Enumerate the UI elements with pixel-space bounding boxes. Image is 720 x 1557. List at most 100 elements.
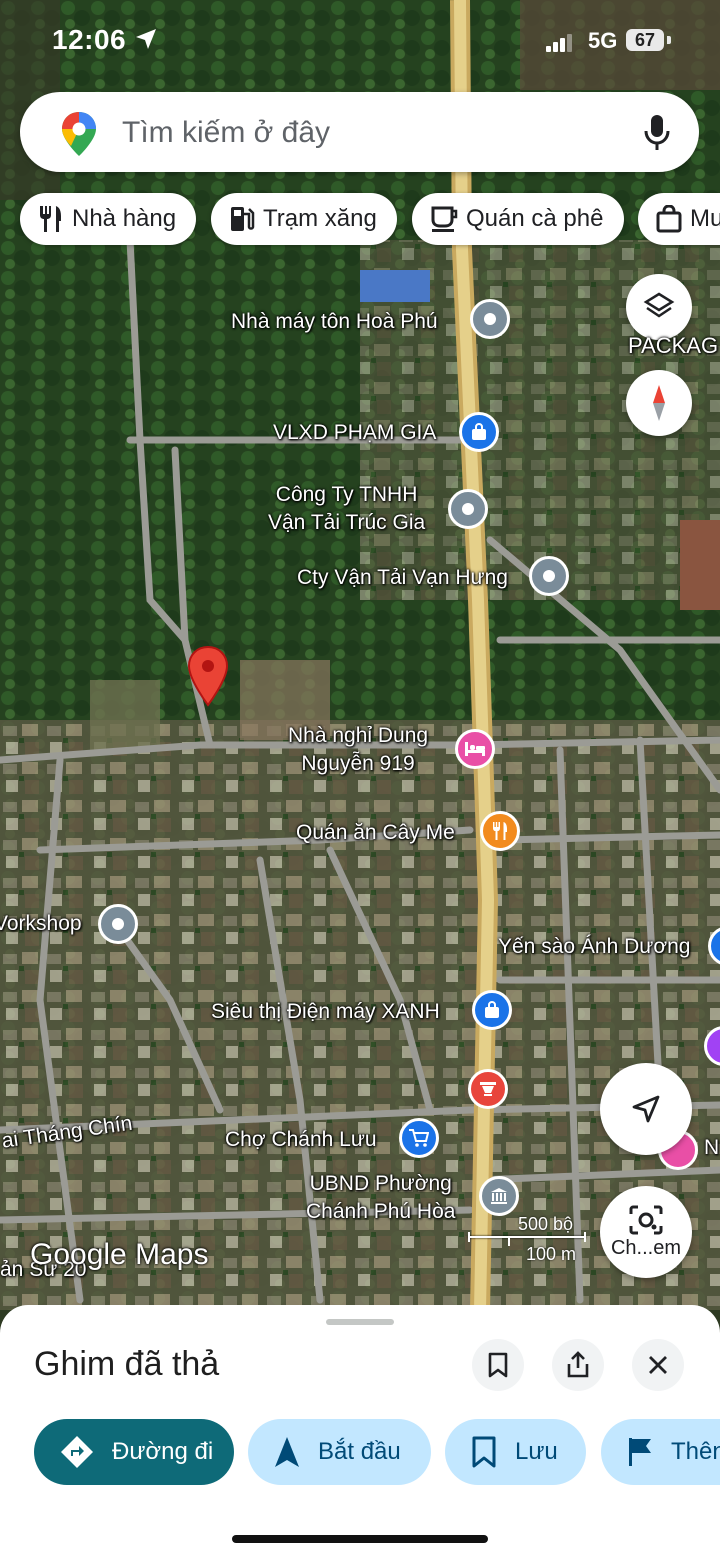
map-scale: 500 bộ 100 m [468, 1214, 588, 1274]
action-label: Bắt đầu [318, 1438, 401, 1465]
poi-marker-lodging[interactable] [455, 729, 495, 769]
restaurant-icon [493, 822, 507, 840]
location-arrow-icon [136, 29, 156, 49]
label-line: Nhà nghỉ Dung [288, 724, 429, 747]
map-label-ubnd[interactable]: UBND Phường Chánh Phú Hòa [306, 1170, 455, 1226]
microphone-icon[interactable] [644, 114, 670, 152]
poi-marker-government[interactable] [479, 1176, 519, 1216]
dropped-pin-icon[interactable] [186, 645, 230, 709]
status-time: 12:06 [52, 24, 127, 55]
flag-icon [627, 1437, 653, 1467]
map-label-yen-sao[interactable]: Yến sào Ánh Dương [498, 933, 690, 961]
share-button[interactable] [552, 1339, 604, 1391]
directions-button[interactable]: Đường đi [34, 1419, 234, 1485]
network-type: 5G [588, 28, 618, 53]
google-maps-attribution: Google Maps [30, 1238, 208, 1272]
label-line: Công Ty TNHH [275, 483, 418, 506]
search-bar[interactable] [20, 92, 699, 172]
poi-marker-generic[interactable] [448, 489, 488, 529]
search-input[interactable] [120, 110, 624, 156]
poi-marker-shopping[interactable] [472, 990, 512, 1030]
bookmark-icon [488, 1352, 508, 1378]
scale-tick [584, 1232, 586, 1242]
share-icon [567, 1351, 589, 1378]
restaurant-icon [38, 205, 64, 233]
coffee-icon [430, 206, 458, 232]
drag-handle[interactable] [326, 1319, 394, 1325]
map-label-cho[interactable]: Chợ Chánh Lưu [225, 1126, 377, 1154]
action-label: Lưu [515, 1438, 558, 1465]
more-button[interactable]: Thên [601, 1419, 720, 1485]
map-label-vlxd[interactable]: VLXD PHẠM GIA [273, 419, 436, 447]
battery-tip [667, 36, 671, 44]
poi-marker-restaurant[interactable] [480, 811, 520, 851]
poi-marker-market[interactable] [399, 1118, 439, 1158]
bed-icon [465, 742, 485, 756]
government-building-icon [491, 1188, 507, 1204]
attribution-google: Google [30, 1238, 127, 1271]
save-button[interactable]: Lưu [445, 1419, 586, 1485]
map-view[interactable]: 12:06 5G 67 Nhà hàng [0, 0, 720, 1310]
place-title: Ghim đã thả [34, 1345, 220, 1383]
dot-icon [484, 313, 496, 325]
save-icon-button[interactable] [472, 1339, 524, 1391]
camera-lens-icon [629, 1205, 663, 1234]
action-label: Đường đi [112, 1438, 214, 1465]
map-label-nha-may[interactable]: Nhà máy tôn Hoà Phú [231, 308, 438, 336]
chip-label: Nhà hàng [72, 205, 177, 232]
scale-tick [508, 1236, 510, 1246]
map-label-n-fragment: N [704, 1136, 720, 1159]
poi-marker-generic[interactable] [98, 904, 138, 944]
label-line: Vận Tải Trúc Gia [268, 511, 426, 534]
map-label-quan-an[interactable]: Quán ăn Cây Me [296, 819, 455, 847]
gas-station-icon [229, 205, 255, 233]
compass-button[interactable] [626, 370, 692, 436]
scale-tick [468, 1232, 470, 1242]
poi-marker-generic[interactable] [529, 556, 569, 596]
my-location-button[interactable] [600, 1063, 692, 1155]
shopping-bag-icon [656, 205, 682, 233]
poi-marker-generic[interactable] [470, 299, 510, 339]
lens-button[interactable]: Ch...em [600, 1186, 692, 1278]
chip-restaurants[interactable]: Nhà hàng [20, 193, 196, 245]
navigation-arrow-icon [632, 1095, 660, 1123]
chip-gas-stations[interactable]: Trạm xăng [211, 193, 397, 245]
shopping-bag-icon [472, 423, 486, 440]
compass-icon [653, 385, 665, 421]
chip-label: Quán cà phê [466, 205, 604, 232]
directions-icon [60, 1435, 94, 1469]
dot-icon [112, 918, 124, 930]
chip-shopping[interactable]: Mu [638, 193, 720, 245]
map-label-cong-ty[interactable]: Công Ty TNHH Vận Tải Trúc Gia [268, 481, 425, 537]
label-line: UBND Phường [309, 1172, 452, 1195]
layers-icon [643, 292, 675, 318]
poi-marker-pharmacy[interactable] [468, 1069, 508, 1109]
cellular-signal-icon [546, 34, 572, 52]
attribution-maps: Maps [135, 1238, 209, 1271]
shopping-bag-icon [485, 1001, 499, 1018]
scale-top-label: 500 bộ [518, 1214, 574, 1234]
map-label-sieu-thi[interactable]: Siêu thị Điện máy XANH [211, 998, 440, 1026]
map-label-nha-nghi[interactable]: Nhà nghỉ Dung Nguyễn 919 [288, 722, 428, 778]
map-label-cty-van-hung[interactable]: Cty Vận Tải Vạn Hưng [297, 564, 508, 592]
battery-indicator: 67 [626, 29, 664, 51]
close-button[interactable] [632, 1339, 684, 1391]
chip-label: Trạm xăng [263, 205, 377, 232]
start-button[interactable]: Bắt đầu [248, 1419, 431, 1485]
place-bottom-sheet[interactable]: Ghim đã thả Đường đi Bắt đầu Lưu Thên [0, 1305, 720, 1557]
mortar-icon [480, 1082, 496, 1096]
label-line: Chánh Phú Hòa [306, 1200, 456, 1223]
map-label-workshop[interactable]: Vorkshop [0, 910, 82, 938]
chip-coffee[interactable]: Quán cà phê [412, 193, 624, 245]
chip-label: Mu [690, 205, 720, 232]
category-chips: Nhà hàng Trạm xăng Quán cà phê Mu [20, 193, 720, 247]
home-indicator[interactable] [232, 1535, 488, 1543]
map-label-package: PACKAG [628, 333, 719, 358]
status-bar: 12:06 5G 67 [0, 18, 720, 64]
google-maps-logo-icon [62, 112, 96, 156]
close-icon [649, 1356, 667, 1374]
layers-button[interactable] [626, 274, 692, 340]
cart-icon [409, 1129, 429, 1147]
poi-marker-shopping[interactable] [459, 412, 499, 452]
bookmark-icon [471, 1436, 497, 1468]
